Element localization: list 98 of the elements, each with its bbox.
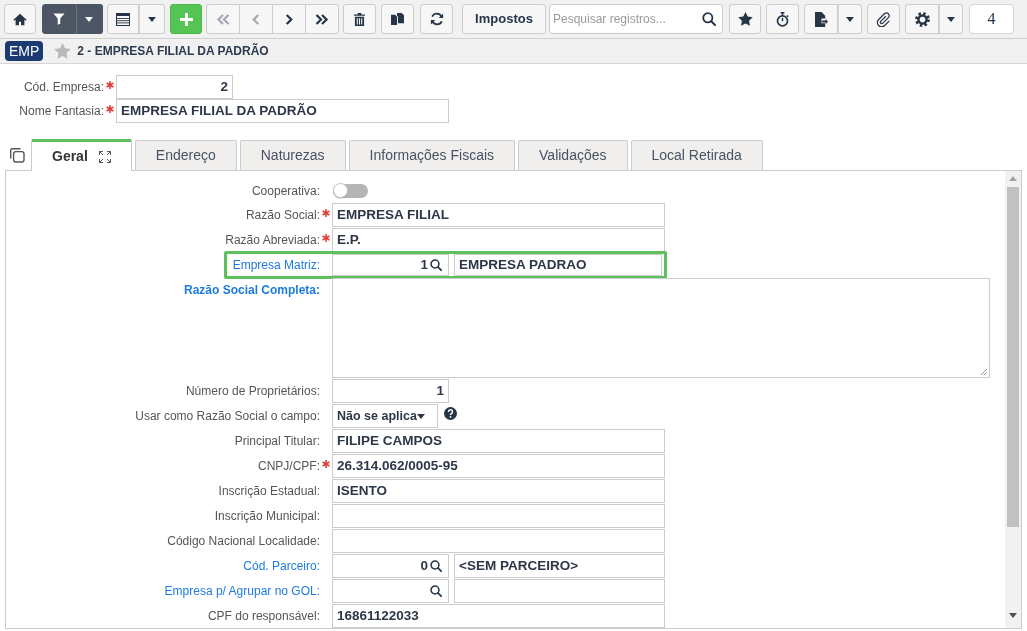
export-button[interactable] bbox=[804, 4, 838, 34]
lookup-description-field[interactable] bbox=[454, 579, 665, 603]
field-label: Razão Abreviada: bbox=[224, 232, 320, 249]
field-label: Razão Social Completa: bbox=[182, 282, 320, 299]
add-button[interactable] bbox=[170, 4, 202, 34]
double-chevron-right-icon bbox=[315, 13, 329, 25]
star-icon bbox=[737, 12, 753, 26]
scrollbar-thumb[interactable] bbox=[1007, 187, 1019, 527]
resize-grip-icon bbox=[980, 368, 987, 375]
refresh-icon bbox=[429, 12, 444, 26]
tab[interactable]: Geral bbox=[31, 139, 132, 171]
refresh-button[interactable] bbox=[420, 4, 453, 34]
caret-icon bbox=[946, 16, 955, 22]
record-title: 2 - EMPRESA FILIAL DA PADRÃO bbox=[77, 42, 269, 60]
timer-button[interactable] bbox=[766, 4, 799, 34]
caret-icon bbox=[416, 413, 425, 419]
field-label: Nome Fantasia: bbox=[18, 103, 104, 120]
export-menu-button[interactable] bbox=[838, 4, 862, 34]
text-field[interactable] bbox=[332, 529, 665, 553]
text-field[interactable] bbox=[332, 504, 665, 528]
field-label: Cód. Empresa: bbox=[22, 79, 104, 96]
field-label: Usar como Razão Social o campo: bbox=[134, 408, 320, 425]
field-label: Principal Titular: bbox=[233, 433, 320, 450]
settings-button[interactable] bbox=[905, 4, 939, 34]
lookup-description-field[interactable]: <SEM PARCEIRO> bbox=[454, 554, 665, 578]
field-label: Empresa p/ Agrupar no GOL: bbox=[163, 583, 320, 600]
field-label: Empresa Matriz: bbox=[231, 257, 320, 274]
scrollbar[interactable] bbox=[1005, 171, 1021, 628]
expand-icon bbox=[98, 150, 111, 163]
search-icon bbox=[430, 259, 442, 271]
plus-icon bbox=[179, 12, 193, 26]
field-label: CNPJ/CPF: bbox=[257, 458, 320, 475]
text-field[interactable]: ISENTO bbox=[332, 479, 665, 503]
number-field[interactable]: 1 bbox=[332, 379, 449, 403]
number-field[interactable]: 2 bbox=[116, 75, 233, 99]
search-icon bbox=[702, 12, 716, 26]
caret-icon bbox=[845, 16, 854, 22]
caret-icon bbox=[85, 16, 93, 22]
filter-menu-button[interactable] bbox=[76, 4, 103, 34]
stopwatch-icon bbox=[776, 11, 789, 27]
delete-button[interactable] bbox=[343, 4, 376, 34]
search-field[interactable]: Pesquisar registros... bbox=[549, 4, 723, 34]
tab[interactable]: Validações bbox=[518, 140, 628, 170]
home-button[interactable] bbox=[4, 4, 36, 34]
field-label: Inscrição Estadual: bbox=[217, 483, 320, 500]
field-label: Código Nacional Localidade: bbox=[166, 533, 320, 550]
toggle-switch[interactable] bbox=[333, 183, 368, 198]
lookup-code-field[interactable] bbox=[332, 579, 449, 603]
document-arrow-icon bbox=[814, 11, 828, 27]
table-icon bbox=[116, 12, 130, 26]
field-label: Inscrição Municipal: bbox=[213, 508, 320, 525]
duplicate-button[interactable] bbox=[381, 4, 414, 34]
filter-icon bbox=[53, 13, 65, 25]
tab[interactable]: Local Retirada bbox=[630, 140, 763, 170]
home-icon bbox=[13, 12, 27, 26]
last-record-button[interactable] bbox=[305, 4, 339, 34]
field-label: Número de Proprietários: bbox=[184, 383, 320, 400]
select-dropdown[interactable]: Não se aplica bbox=[332, 404, 438, 428]
scroll-down-icon bbox=[1009, 613, 1017, 618]
record-count: 4 bbox=[969, 4, 1014, 34]
field-label: Cód. Parceiro: bbox=[242, 558, 320, 575]
impostos-button[interactable]: Impostos bbox=[462, 4, 546, 34]
settings-icon bbox=[914, 11, 930, 27]
paperclip-icon bbox=[876, 11, 891, 27]
text-field[interactable]: FILIPE CAMPOS bbox=[332, 429, 665, 453]
next-record-button[interactable] bbox=[272, 4, 306, 34]
star-icon[interactable] bbox=[54, 43, 72, 59]
lookup-code-field[interactable]: 0 bbox=[332, 554, 449, 578]
field-label: Cooperativa: bbox=[250, 182, 320, 200]
chevron-right-icon bbox=[285, 13, 293, 25]
grid-view-button[interactable] bbox=[107, 4, 139, 34]
chevron-left-icon bbox=[252, 13, 260, 25]
lookup-description-field[interactable]: EMPRESA PADRAO bbox=[454, 254, 662, 276]
tab[interactable]: Endereço bbox=[134, 140, 237, 170]
text-field[interactable]: 26.314.062/0005-95 bbox=[332, 454, 665, 478]
lookup-code-field[interactable]: 1 bbox=[332, 254, 449, 276]
settings-menu-button[interactable] bbox=[939, 4, 963, 34]
trash-icon bbox=[354, 12, 365, 26]
caret-icon bbox=[147, 16, 156, 22]
tab[interactable]: Informações Fiscais bbox=[348, 140, 516, 170]
attachment-button[interactable] bbox=[867, 4, 900, 34]
module-badge: EMP bbox=[5, 41, 44, 61]
double-chevron-left-icon bbox=[216, 13, 230, 25]
text-field[interactable]: EMPRESA FILIAL bbox=[332, 203, 665, 227]
favorites-button[interactable] bbox=[729, 4, 761, 34]
tab[interactable]: Naturezas bbox=[239, 140, 346, 170]
copy-icon bbox=[9, 147, 25, 163]
copy-icon bbox=[391, 12, 404, 26]
text-field[interactable]: EMPRESA FILIAL DA PADRÃO bbox=[116, 99, 449, 123]
field-label: CPF do responsável: bbox=[206, 608, 320, 625]
field-label: Razão Social: bbox=[244, 207, 320, 224]
text-field[interactable]: E.P. bbox=[332, 228, 665, 252]
filter-button[interactable] bbox=[42, 4, 76, 34]
view-menu-button[interactable] bbox=[139, 4, 165, 34]
search-icon bbox=[430, 585, 442, 597]
text-field[interactable]: 16861122033 bbox=[332, 604, 665, 628]
scroll-up-icon bbox=[1009, 176, 1017, 181]
search-icon bbox=[430, 560, 442, 572]
